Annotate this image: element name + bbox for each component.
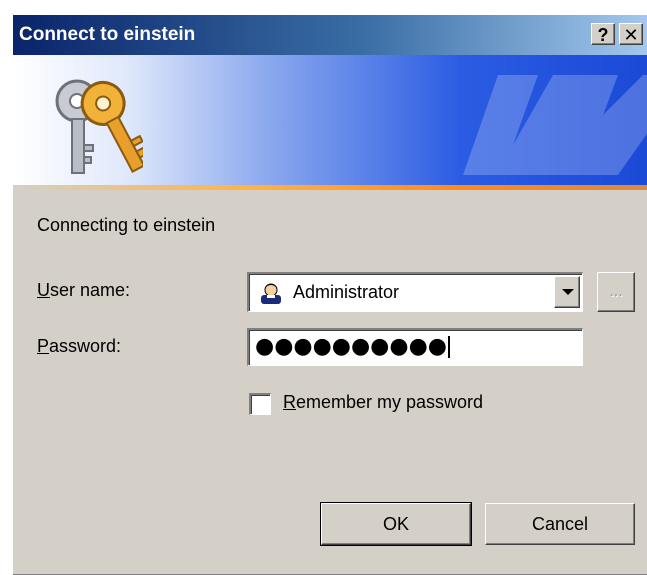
user-account-icon	[261, 283, 281, 304]
connect-dialog: Connect to einstein ? ✕ Connecting to ei…	[12, 14, 647, 575]
help-button[interactable]: ?	[591, 23, 615, 45]
banner	[13, 55, 647, 188]
window-title: Connect to einstein	[19, 24, 196, 45]
chevron-down-icon[interactable]	[554, 276, 580, 308]
user-name-label: User name:	[37, 280, 131, 300]
text-caret	[447, 336, 450, 358]
server-logo-watermark	[463, 75, 647, 175]
browse-button[interactable]: ...	[597, 272, 635, 312]
password-masked-value: ●●●●●●●●●●	[255, 334, 450, 359]
remember-password-checkbox[interactable]	[249, 393, 271, 415]
connecting-message: Connecting to einstein	[37, 215, 216, 235]
user-name-value: Administrator	[293, 282, 400, 302]
keys-icon	[55, 79, 143, 174]
user-name-combobox[interactable]: Administrator	[247, 272, 583, 312]
password-label: Password:	[37, 336, 122, 356]
close-button[interactable]: ✕	[619, 23, 643, 45]
remember-password-label[interactable]: Remember my password	[283, 392, 483, 413]
cancel-button[interactable]: Cancel	[485, 503, 635, 545]
ok-button[interactable]: OK	[320, 502, 472, 546]
title-bar[interactable]: Connect to einstein ? ✕	[13, 15, 647, 55]
password-field[interactable]: ●●●●●●●●●●	[247, 328, 583, 366]
banner-divider	[13, 185, 647, 190]
